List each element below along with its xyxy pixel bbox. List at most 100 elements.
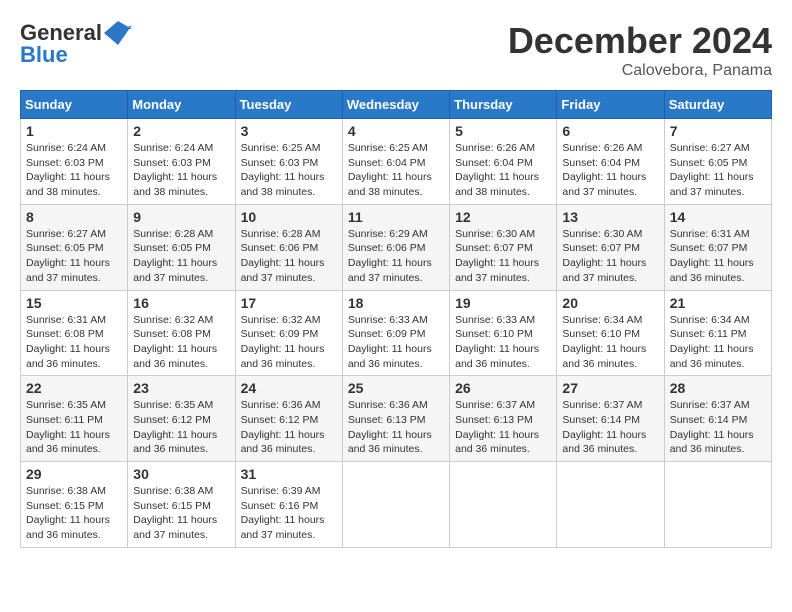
day-number: 19 bbox=[455, 295, 551, 311]
day-cell-30: 30 Sunrise: 6:38 AM Sunset: 6:15 PM Dayli… bbox=[128, 462, 235, 548]
day-number: 13 bbox=[562, 209, 658, 225]
day-info: Sunrise: 6:36 AM Sunset: 6:12 PM Dayligh… bbox=[241, 398, 337, 457]
week-row-3: 15 Sunrise: 6:31 AM Sunset: 6:08 PM Dayli… bbox=[21, 290, 772, 376]
calendar-table: SundayMondayTuesdayWednesdayThursdayFrid… bbox=[20, 90, 772, 548]
day-info: Sunrise: 6:28 AM Sunset: 6:05 PM Dayligh… bbox=[133, 227, 229, 286]
day-cell-1: 1Sunrise: 6:24 AM Sunset: 6:03 PM Daylig… bbox=[21, 119, 128, 205]
day-info: Sunrise: 6:28 AM Sunset: 6:06 PM Dayligh… bbox=[241, 227, 337, 286]
day-number: 10 bbox=[241, 209, 337, 225]
day-info: Sunrise: 6:25 AM Sunset: 6:04 PM Dayligh… bbox=[348, 141, 444, 200]
day-info: Sunrise: 6:26 AM Sunset: 6:04 PM Dayligh… bbox=[562, 141, 658, 200]
day-cell-7: 7 Sunrise: 6:27 AM Sunset: 6:05 PM Daylig… bbox=[664, 119, 771, 205]
location: Calovebora, Panama bbox=[508, 62, 772, 80]
day-number: 7 bbox=[670, 123, 766, 139]
day-info: Sunrise: 6:34 AM Sunset: 6:10 PM Dayligh… bbox=[562, 313, 658, 372]
day-cell-17: 17 Sunrise: 6:32 AM Sunset: 6:09 PM Dayli… bbox=[235, 290, 342, 376]
day-number: 31 bbox=[241, 466, 337, 482]
week-row-5: 29 Sunrise: 6:38 AM Sunset: 6:15 PM Dayli… bbox=[21, 462, 772, 548]
day-number: 17 bbox=[241, 295, 337, 311]
day-number: 18 bbox=[348, 295, 444, 311]
day-cell-20: 20 Sunrise: 6:34 AM Sunset: 6:10 PM Dayli… bbox=[557, 290, 664, 376]
weekday-header-row: SundayMondayTuesdayWednesdayThursdayFrid… bbox=[21, 91, 772, 119]
day-number: 30 bbox=[133, 466, 229, 482]
day-cell-27: 27 Sunrise: 6:37 AM Sunset: 6:14 PM Dayli… bbox=[557, 376, 664, 462]
day-cell-19: 19 Sunrise: 6:33 AM Sunset: 6:10 PM Dayli… bbox=[450, 290, 557, 376]
day-cell-3: 3Sunrise: 6:25 AM Sunset: 6:03 PM Daylig… bbox=[235, 119, 342, 205]
day-cell-22: 22Sunrise: 6:35 AM Sunset: 6:11 PM Dayli… bbox=[21, 376, 128, 462]
day-cell-13: 13 Sunrise: 6:30 AM Sunset: 6:07 PM Dayli… bbox=[557, 204, 664, 290]
day-info: Sunrise: 6:36 AM Sunset: 6:13 PM Dayligh… bbox=[348, 398, 444, 457]
day-info: Sunrise: 6:38 AM Sunset: 6:15 PM Dayligh… bbox=[26, 484, 122, 543]
day-info: Sunrise: 6:39 AM Sunset: 6:16 PM Dayligh… bbox=[241, 484, 337, 543]
day-number: 22 bbox=[26, 380, 122, 396]
week-row-4: 22Sunrise: 6:35 AM Sunset: 6:11 PM Dayli… bbox=[21, 376, 772, 462]
day-cell-14: 14 Sunrise: 6:31 AM Sunset: 6:07 PM Dayli… bbox=[664, 204, 771, 290]
day-number: 21 bbox=[670, 295, 766, 311]
day-cell-8: 8Sunrise: 6:27 AM Sunset: 6:05 PM Daylig… bbox=[21, 204, 128, 290]
day-cell-26: 26 Sunrise: 6:37 AM Sunset: 6:13 PM Dayli… bbox=[450, 376, 557, 462]
logo-blue: Blue bbox=[20, 42, 68, 68]
day-number: 9 bbox=[133, 209, 229, 225]
week-row-1: 1 Sunrise: 6:24 AM Sunset: 6:03 PM Daylig… bbox=[21, 119, 772, 205]
day-info: Sunrise: 6:37 AM Sunset: 6:14 PM Dayligh… bbox=[562, 398, 658, 457]
day-cell-23: 23 Sunrise: 6:35 AM Sunset: 6:12 PM Dayli… bbox=[128, 376, 235, 462]
day-number: 16 bbox=[133, 295, 229, 311]
day-number: 1 bbox=[26, 123, 122, 139]
month-title: December 2024 bbox=[508, 20, 772, 62]
page-header: General Blue December 2024 Calovebora, P… bbox=[20, 20, 772, 80]
day-number: 29 bbox=[26, 466, 122, 482]
day-number: 25 bbox=[348, 380, 444, 396]
day-info: Sunrise: 6:32 AM Sunset: 6:08 PM Dayligh… bbox=[133, 313, 229, 372]
day-number: 26 bbox=[455, 380, 551, 396]
day-info: Sunrise: 6:31 AM Sunset: 6:07 PM Dayligh… bbox=[670, 227, 766, 286]
day-cell-18: 18 Sunrise: 6:33 AM Sunset: 6:09 PM Dayli… bbox=[342, 290, 449, 376]
day-cell-31: 31 Sunrise: 6:39 AM Sunset: 6:16 PM Dayli… bbox=[235, 462, 342, 548]
day-cell-5: 5 Sunrise: 6:26 AM Sunset: 6:04 PM Daylig… bbox=[450, 119, 557, 205]
day-number: 8 bbox=[26, 209, 122, 225]
day-info: Sunrise: 6:34 AM Sunset: 6:11 PM Dayligh… bbox=[670, 313, 766, 372]
day-number: 12 bbox=[455, 209, 551, 225]
week-row-2: 8Sunrise: 6:27 AM Sunset: 6:05 PM Daylig… bbox=[21, 204, 772, 290]
day-cell-16: 16 Sunrise: 6:32 AM Sunset: 6:08 PM Dayli… bbox=[128, 290, 235, 376]
day-info: Sunrise: 6:30 AM Sunset: 6:07 PM Dayligh… bbox=[562, 227, 658, 286]
weekday-header-monday: Monday bbox=[128, 91, 235, 119]
day-info: Sunrise: 6:38 AM Sunset: 6:15 PM Dayligh… bbox=[133, 484, 229, 543]
day-cell-21: 21 Sunrise: 6:34 AM Sunset: 6:11 PM Dayli… bbox=[664, 290, 771, 376]
day-info: Sunrise: 6:33 AM Sunset: 6:10 PM Dayligh… bbox=[455, 313, 551, 372]
day-info: Sunrise: 6:32 AM Sunset: 6:09 PM Dayligh… bbox=[241, 313, 337, 372]
day-info: Sunrise: 6:35 AM Sunset: 6:12 PM Dayligh… bbox=[133, 398, 229, 457]
day-cell-12: 12Sunrise: 6:30 AM Sunset: 6:07 PM Dayli… bbox=[450, 204, 557, 290]
day-info: Sunrise: 6:33 AM Sunset: 6:09 PM Dayligh… bbox=[348, 313, 444, 372]
day-cell-9: 9 Sunrise: 6:28 AM Sunset: 6:05 PM Daylig… bbox=[128, 204, 235, 290]
day-info: Sunrise: 6:37 AM Sunset: 6:13 PM Dayligh… bbox=[455, 398, 551, 457]
day-number: 23 bbox=[133, 380, 229, 396]
day-cell-25: 25 Sunrise: 6:36 AM Sunset: 6:13 PM Dayli… bbox=[342, 376, 449, 462]
weekday-header-wednesday: Wednesday bbox=[342, 91, 449, 119]
day-cell-6: 6 Sunrise: 6:26 AM Sunset: 6:04 PM Daylig… bbox=[557, 119, 664, 205]
weekday-header-sunday: Sunday bbox=[21, 91, 128, 119]
logo-bird-icon bbox=[104, 21, 132, 45]
empty-cell bbox=[557, 462, 664, 548]
day-number: 4 bbox=[348, 123, 444, 139]
day-number: 27 bbox=[562, 380, 658, 396]
empty-cell bbox=[450, 462, 557, 548]
day-number: 11 bbox=[348, 209, 444, 225]
day-cell-11: 11Sunrise: 6:29 AM Sunset: 6:06 PM Dayli… bbox=[342, 204, 449, 290]
day-info: Sunrise: 6:25 AM Sunset: 6:03 PM Dayligh… bbox=[241, 141, 337, 200]
day-number: 20 bbox=[562, 295, 658, 311]
day-info: Sunrise: 6:31 AM Sunset: 6:08 PM Dayligh… bbox=[26, 313, 122, 372]
day-number: 28 bbox=[670, 380, 766, 396]
day-number: 14 bbox=[670, 209, 766, 225]
empty-cell bbox=[342, 462, 449, 548]
day-cell-2: 2Sunrise: 6:24 AM Sunset: 6:03 PM Daylig… bbox=[128, 119, 235, 205]
day-cell-29: 29 Sunrise: 6:38 AM Sunset: 6:15 PM Dayli… bbox=[21, 462, 128, 548]
day-number: 15 bbox=[26, 295, 122, 311]
day-cell-15: 15 Sunrise: 6:31 AM Sunset: 6:08 PM Dayli… bbox=[21, 290, 128, 376]
day-info: Sunrise: 6:27 AM Sunset: 6:05 PM Dayligh… bbox=[670, 141, 766, 200]
day-info: Sunrise: 6:24 AM Sunset: 6:03 PM Dayligh… bbox=[133, 141, 229, 200]
day-number: 6 bbox=[562, 123, 658, 139]
weekday-header-friday: Friday bbox=[557, 91, 664, 119]
day-number: 5 bbox=[455, 123, 551, 139]
day-cell-28: 28Sunrise: 6:37 AM Sunset: 6:14 PM Dayli… bbox=[664, 376, 771, 462]
day-info: Sunrise: 6:26 AM Sunset: 6:04 PM Dayligh… bbox=[455, 141, 551, 200]
